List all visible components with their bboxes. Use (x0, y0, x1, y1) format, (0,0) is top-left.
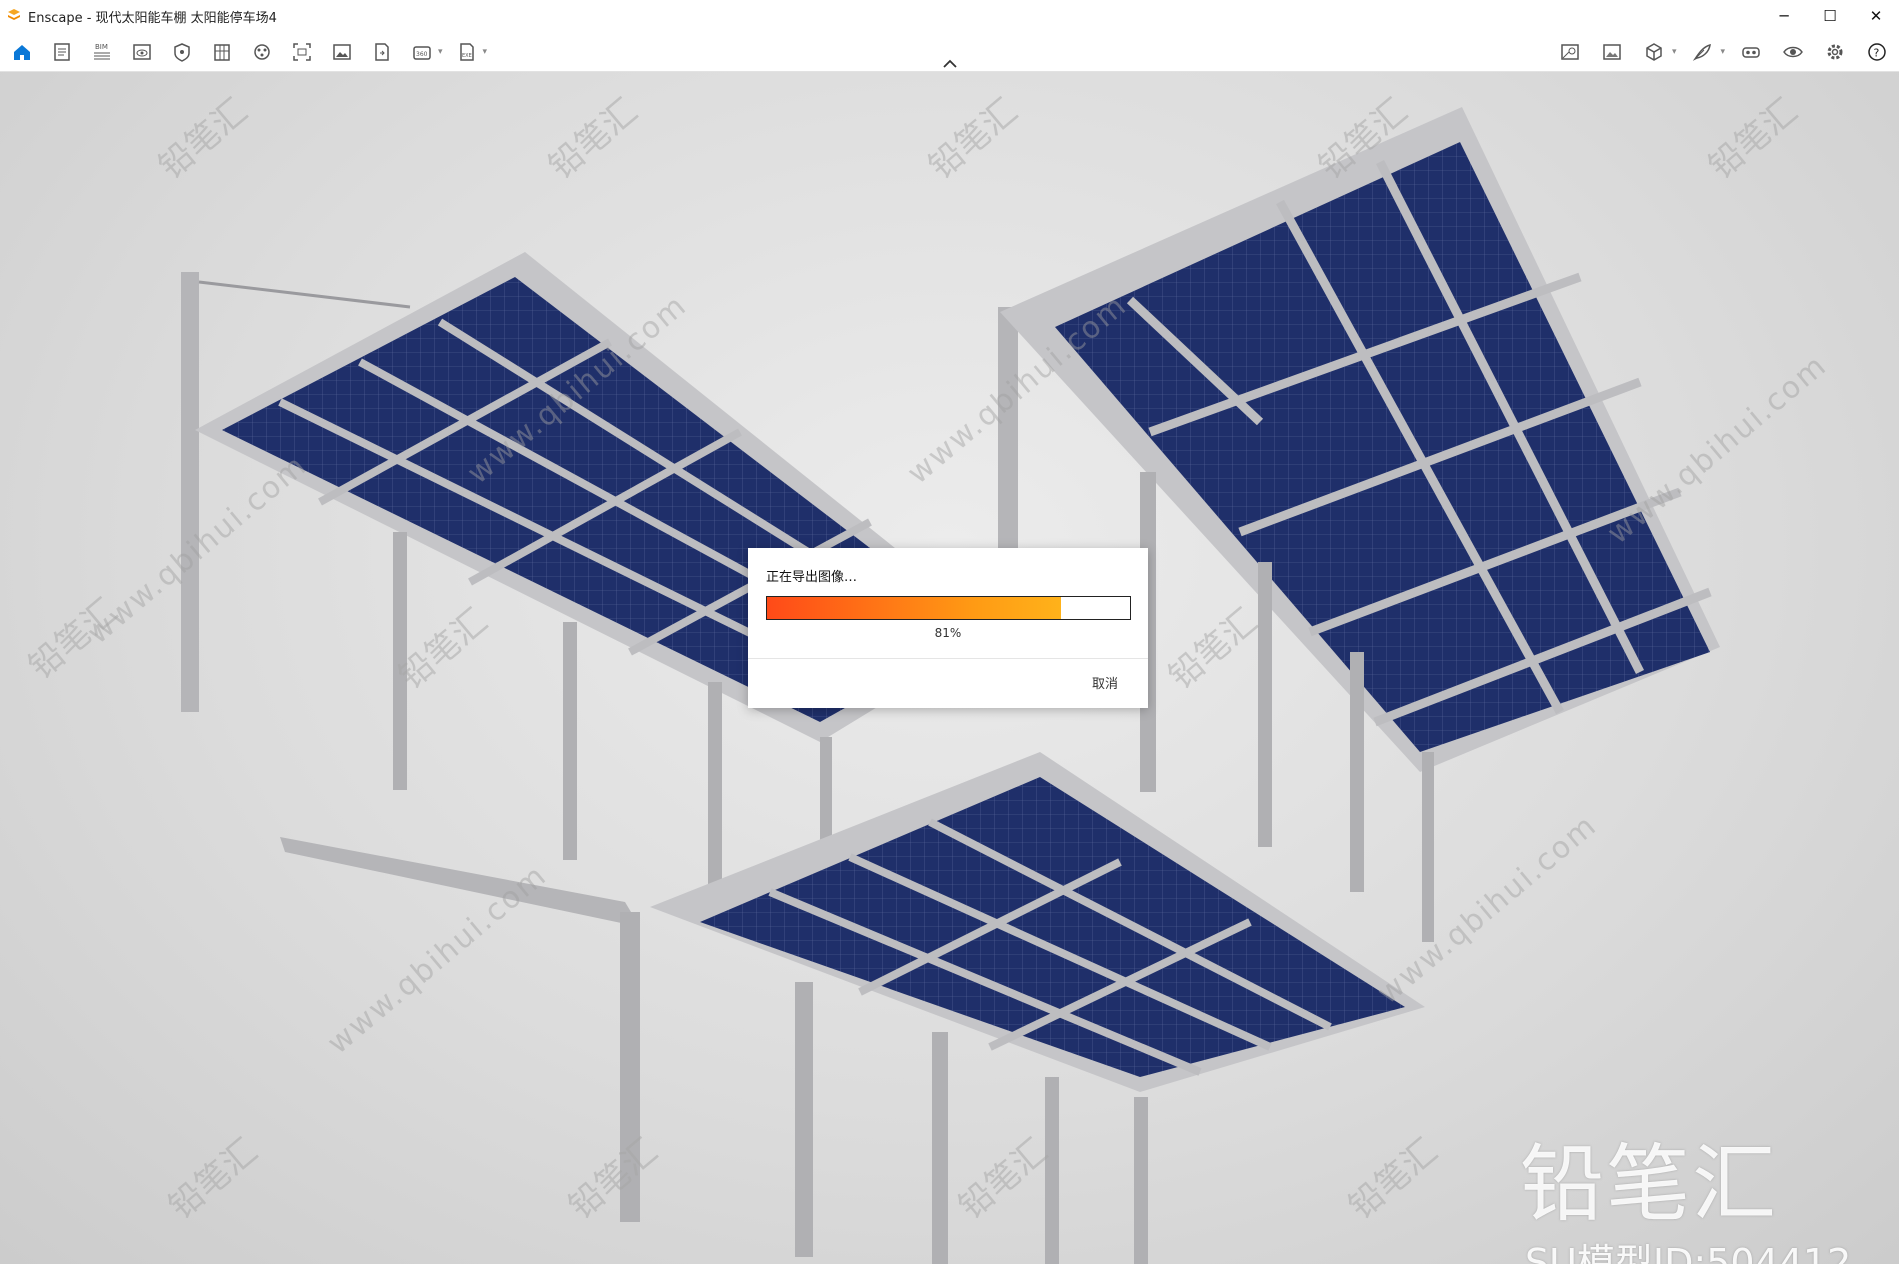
progress-bar (766, 596, 1131, 620)
minimize-button[interactable]: ─ (1761, 0, 1807, 32)
screenshot-button[interactable] (286, 38, 318, 66)
collapse-toolbar-icon[interactable] (940, 58, 960, 70)
bim-icon: BIM (94, 43, 110, 60)
title-bar: Enscape - 现代太阳能车棚 太阳能停车场4 ─ ☐ ✕ (0, 0, 1899, 32)
help-button[interactable]: ? (1861, 38, 1893, 66)
screenshot-icon (293, 43, 311, 61)
building-icon (214, 44, 230, 61)
svg-text:BIM: BIM (95, 43, 108, 51)
safe-frame-button[interactable] (166, 38, 198, 66)
eye-icon (1783, 46, 1803, 58)
map-icon (1561, 44, 1579, 60)
asset-library-icon (254, 44, 270, 60)
panorama-360-button[interactable]: 360 (406, 38, 438, 66)
gallery-icon (1603, 44, 1621, 60)
toolbar-right: ▾ ▾ ? (1554, 38, 1893, 66)
watermark-brand: 铅笔汇 (1520, 1135, 1779, 1233)
notes-icon (54, 43, 70, 61)
enscape-logo-icon (8, 9, 20, 20)
settings-button[interactable] (1819, 38, 1851, 66)
progress-fill (767, 597, 1062, 619)
panorama-dropdown-icon[interactable]: ▾ (438, 47, 443, 57)
view-icon (133, 44, 151, 60)
cube-dropdown-icon[interactable]: ▾ (1672, 47, 1677, 57)
eye-button[interactable] (1777, 38, 1809, 66)
building-button[interactable] (206, 38, 238, 66)
panorama-360-icon: 360 (413, 46, 431, 60)
carport-bottom (280, 752, 1425, 1264)
feather-button[interactable] (1686, 38, 1718, 66)
svg-text:?: ? (1874, 47, 1880, 60)
maximize-button[interactable]: ☐ (1807, 0, 1853, 32)
vr-headset-icon (1742, 47, 1760, 58)
progress-percent: 81% (934, 626, 962, 640)
cube-button[interactable] (1638, 38, 1670, 66)
window-controls: ─ ☐ ✕ (1761, 0, 1899, 32)
export-button[interactable] (366, 38, 398, 66)
feather-dropdown-icon[interactable]: ▾ (1720, 47, 1725, 57)
map-button[interactable] (1554, 38, 1586, 66)
export-progress-dialog: 正在导出图像… 81% 取消 (748, 548, 1148, 708)
exe-export-button[interactable]: EXE (451, 38, 483, 66)
close-button[interactable]: ✕ (1853, 0, 1899, 32)
view-button[interactable] (126, 38, 158, 66)
window-title: Enscape - 现代太阳能车棚 太阳能停车场4 (28, 10, 277, 26)
exe-export-icon: EXE (459, 43, 474, 61)
image-button[interactable] (326, 38, 358, 66)
exe-dropdown-icon[interactable]: ▾ (483, 47, 488, 57)
cancel-button[interactable]: 取消 (1092, 673, 1118, 692)
home-icon (14, 45, 30, 60)
export-icon (375, 43, 389, 61)
cube-icon (1646, 43, 1662, 61)
svg-text:360: 360 (416, 51, 428, 58)
home-button[interactable] (6, 38, 38, 66)
help-icon: ? (1868, 43, 1886, 61)
notes-button[interactable] (46, 38, 78, 66)
feather-icon (1693, 43, 1712, 61)
gallery-button[interactable] (1596, 38, 1628, 66)
toolbar-left: BIM 360 ▾ EXE ▾ (6, 38, 487, 66)
image-icon (333, 44, 351, 60)
dialog-divider (748, 658, 1148, 659)
watermark-model-id: SU模型ID:504412 (1525, 1241, 1852, 1264)
svg-text:EXE: EXE (462, 53, 472, 59)
bim-button[interactable]: BIM (86, 38, 118, 66)
settings-icon (1827, 44, 1843, 60)
asset-library-button[interactable] (246, 38, 278, 66)
safe-frame-icon (174, 43, 190, 62)
vr-headset-button[interactable] (1735, 38, 1767, 66)
dialog-title: 正在导出图像… (766, 570, 858, 585)
